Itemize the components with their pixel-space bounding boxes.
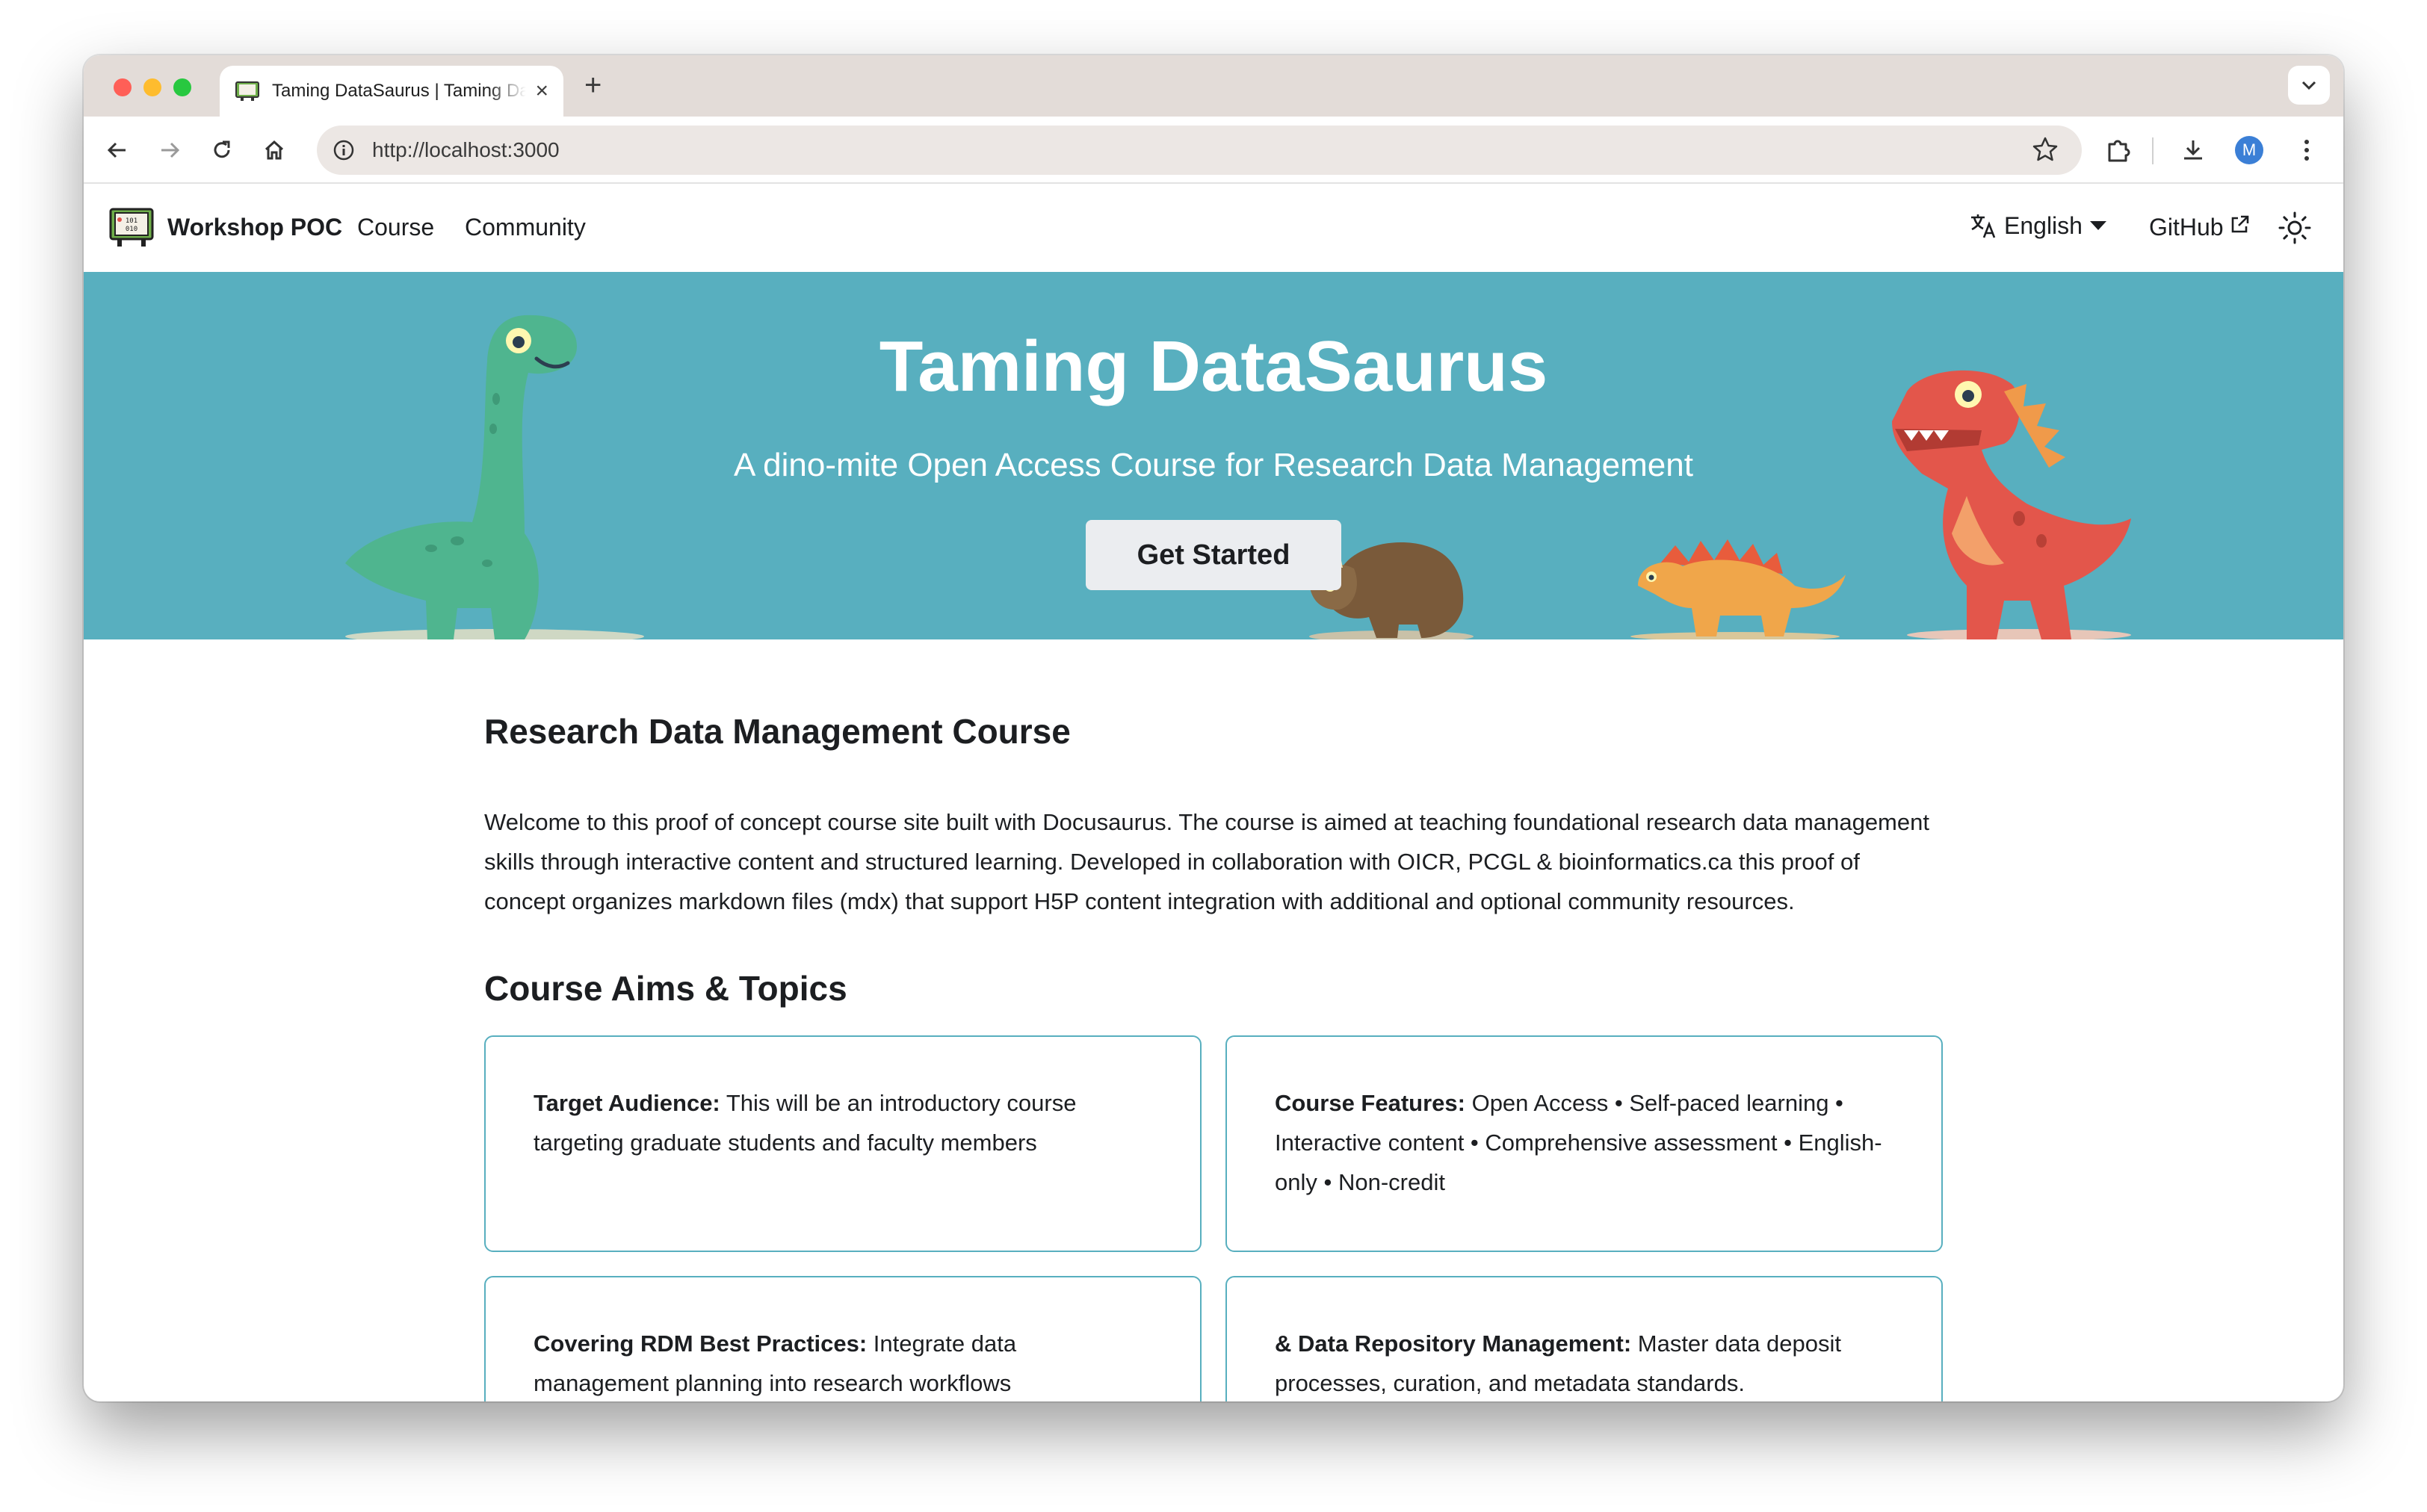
tab-strip: Taming DataSaurus | Taming DataSaurus × … (84, 55, 2343, 117)
tab-close-icon[interactable]: × (535, 80, 548, 102)
profile-avatar[interactable]: M (2235, 136, 2263, 164)
card-label: Covering RDM Best Practices: (534, 1330, 868, 1357)
language-dropdown[interactable]: English (1968, 211, 2106, 241)
forward-button[interactable] (152, 133, 187, 167)
topic-card-rdm-best-practices: Covering RDM Best Practices: Integrate d… (484, 1276, 1202, 1401)
tab-search-button[interactable] (2288, 66, 2330, 105)
nav-link-community[interactable]: Community (465, 214, 586, 241)
language-label: English (2004, 211, 2083, 239)
close-window-button[interactable] (114, 78, 132, 96)
topic-card-course-features: Course Features: Open Access • Self-pace… (1225, 1035, 1943, 1252)
sun-icon[interactable] (2278, 211, 2312, 245)
hero-banner: Taming DataSaurus A dino-mite Open Acces… (84, 272, 2343, 639)
course-heading: Research Data Management Course (484, 712, 1071, 751)
site-logo[interactable]: 101 010 (108, 205, 155, 250)
home-button[interactable] (257, 133, 291, 167)
site-favicon-icon (235, 80, 260, 102)
kebab-menu-icon (2304, 140, 2309, 161)
extensions-button[interactable] (2101, 133, 2136, 167)
browser-toolbar: http://localhost:3000 M (84, 117, 2343, 184)
translate-icon (1971, 214, 1996, 238)
topic-card-data-repository: & Data Repository Management: Master dat… (1225, 1276, 1943, 1401)
github-label: GitHub (2149, 214, 2224, 241)
svg-text:010: 010 (126, 226, 137, 233)
hero-subtitle: A dino-mite Open Access Course for Resea… (734, 447, 1693, 483)
nav-link-course[interactable]: Course (357, 214, 434, 241)
course-aims-heading: Course Aims & Topics (484, 969, 847, 1008)
chevron-down-icon (2089, 221, 2106, 230)
downloads-button[interactable] (2176, 133, 2210, 167)
hero-title: Taming DataSaurus (879, 326, 1548, 406)
home-icon (265, 140, 284, 160)
browser-menu-button[interactable] (2290, 133, 2324, 167)
reload-icon (214, 140, 230, 158)
minimize-window-button[interactable] (143, 78, 161, 96)
stegosaurus-illustration (1630, 539, 1846, 639)
card-label: & Data Repository Management: (1275, 1330, 1632, 1357)
card-label: Target Audience: (534, 1090, 720, 1116)
browser-tab-active[interactable]: Taming DataSaurus | Taming DataSaurus × (220, 66, 563, 117)
browser-window: Taming DataSaurus | Taming DataSaurus × … (84, 55, 2343, 1401)
topic-card-target-audience: Target Audience: This will be an introdu… (484, 1035, 1202, 1252)
external-link-icon (2231, 215, 2248, 232)
card-label: Course Features: (1275, 1090, 1465, 1116)
github-link[interactable]: GitHub (2149, 214, 2251, 241)
svg-text:101: 101 (126, 217, 137, 225)
chevron-down-icon (2301, 81, 2316, 90)
back-icon (107, 142, 126, 158)
star-icon[interactable] (2031, 135, 2059, 167)
course-intro: Welcome to this proof of concept course … (484, 809, 1929, 914)
reload-button[interactable] (205, 133, 239, 167)
toolbar-separator (2152, 137, 2154, 164)
forward-icon (161, 142, 180, 158)
tab-title: Taming DataSaurus | Taming DataSaurus (272, 81, 527, 101)
get-started-button[interactable]: Get Started (1086, 520, 1341, 590)
url-text[interactable]: http://localhost:3000 (372, 138, 560, 162)
new-tab-button[interactable]: + (584, 70, 602, 100)
extensions-icon (2108, 140, 2130, 162)
back-button[interactable] (100, 133, 135, 167)
brand-title[interactable]: Workshop POC (167, 214, 342, 241)
info-icon[interactable] (329, 135, 359, 165)
maximize-window-button[interactable] (173, 78, 191, 96)
download-icon (2184, 140, 2202, 160)
site-navbar: 101 010 Workshop POC Course Community En… (84, 184, 2343, 272)
address-bar[interactable]: http://localhost:3000 (317, 126, 2082, 175)
